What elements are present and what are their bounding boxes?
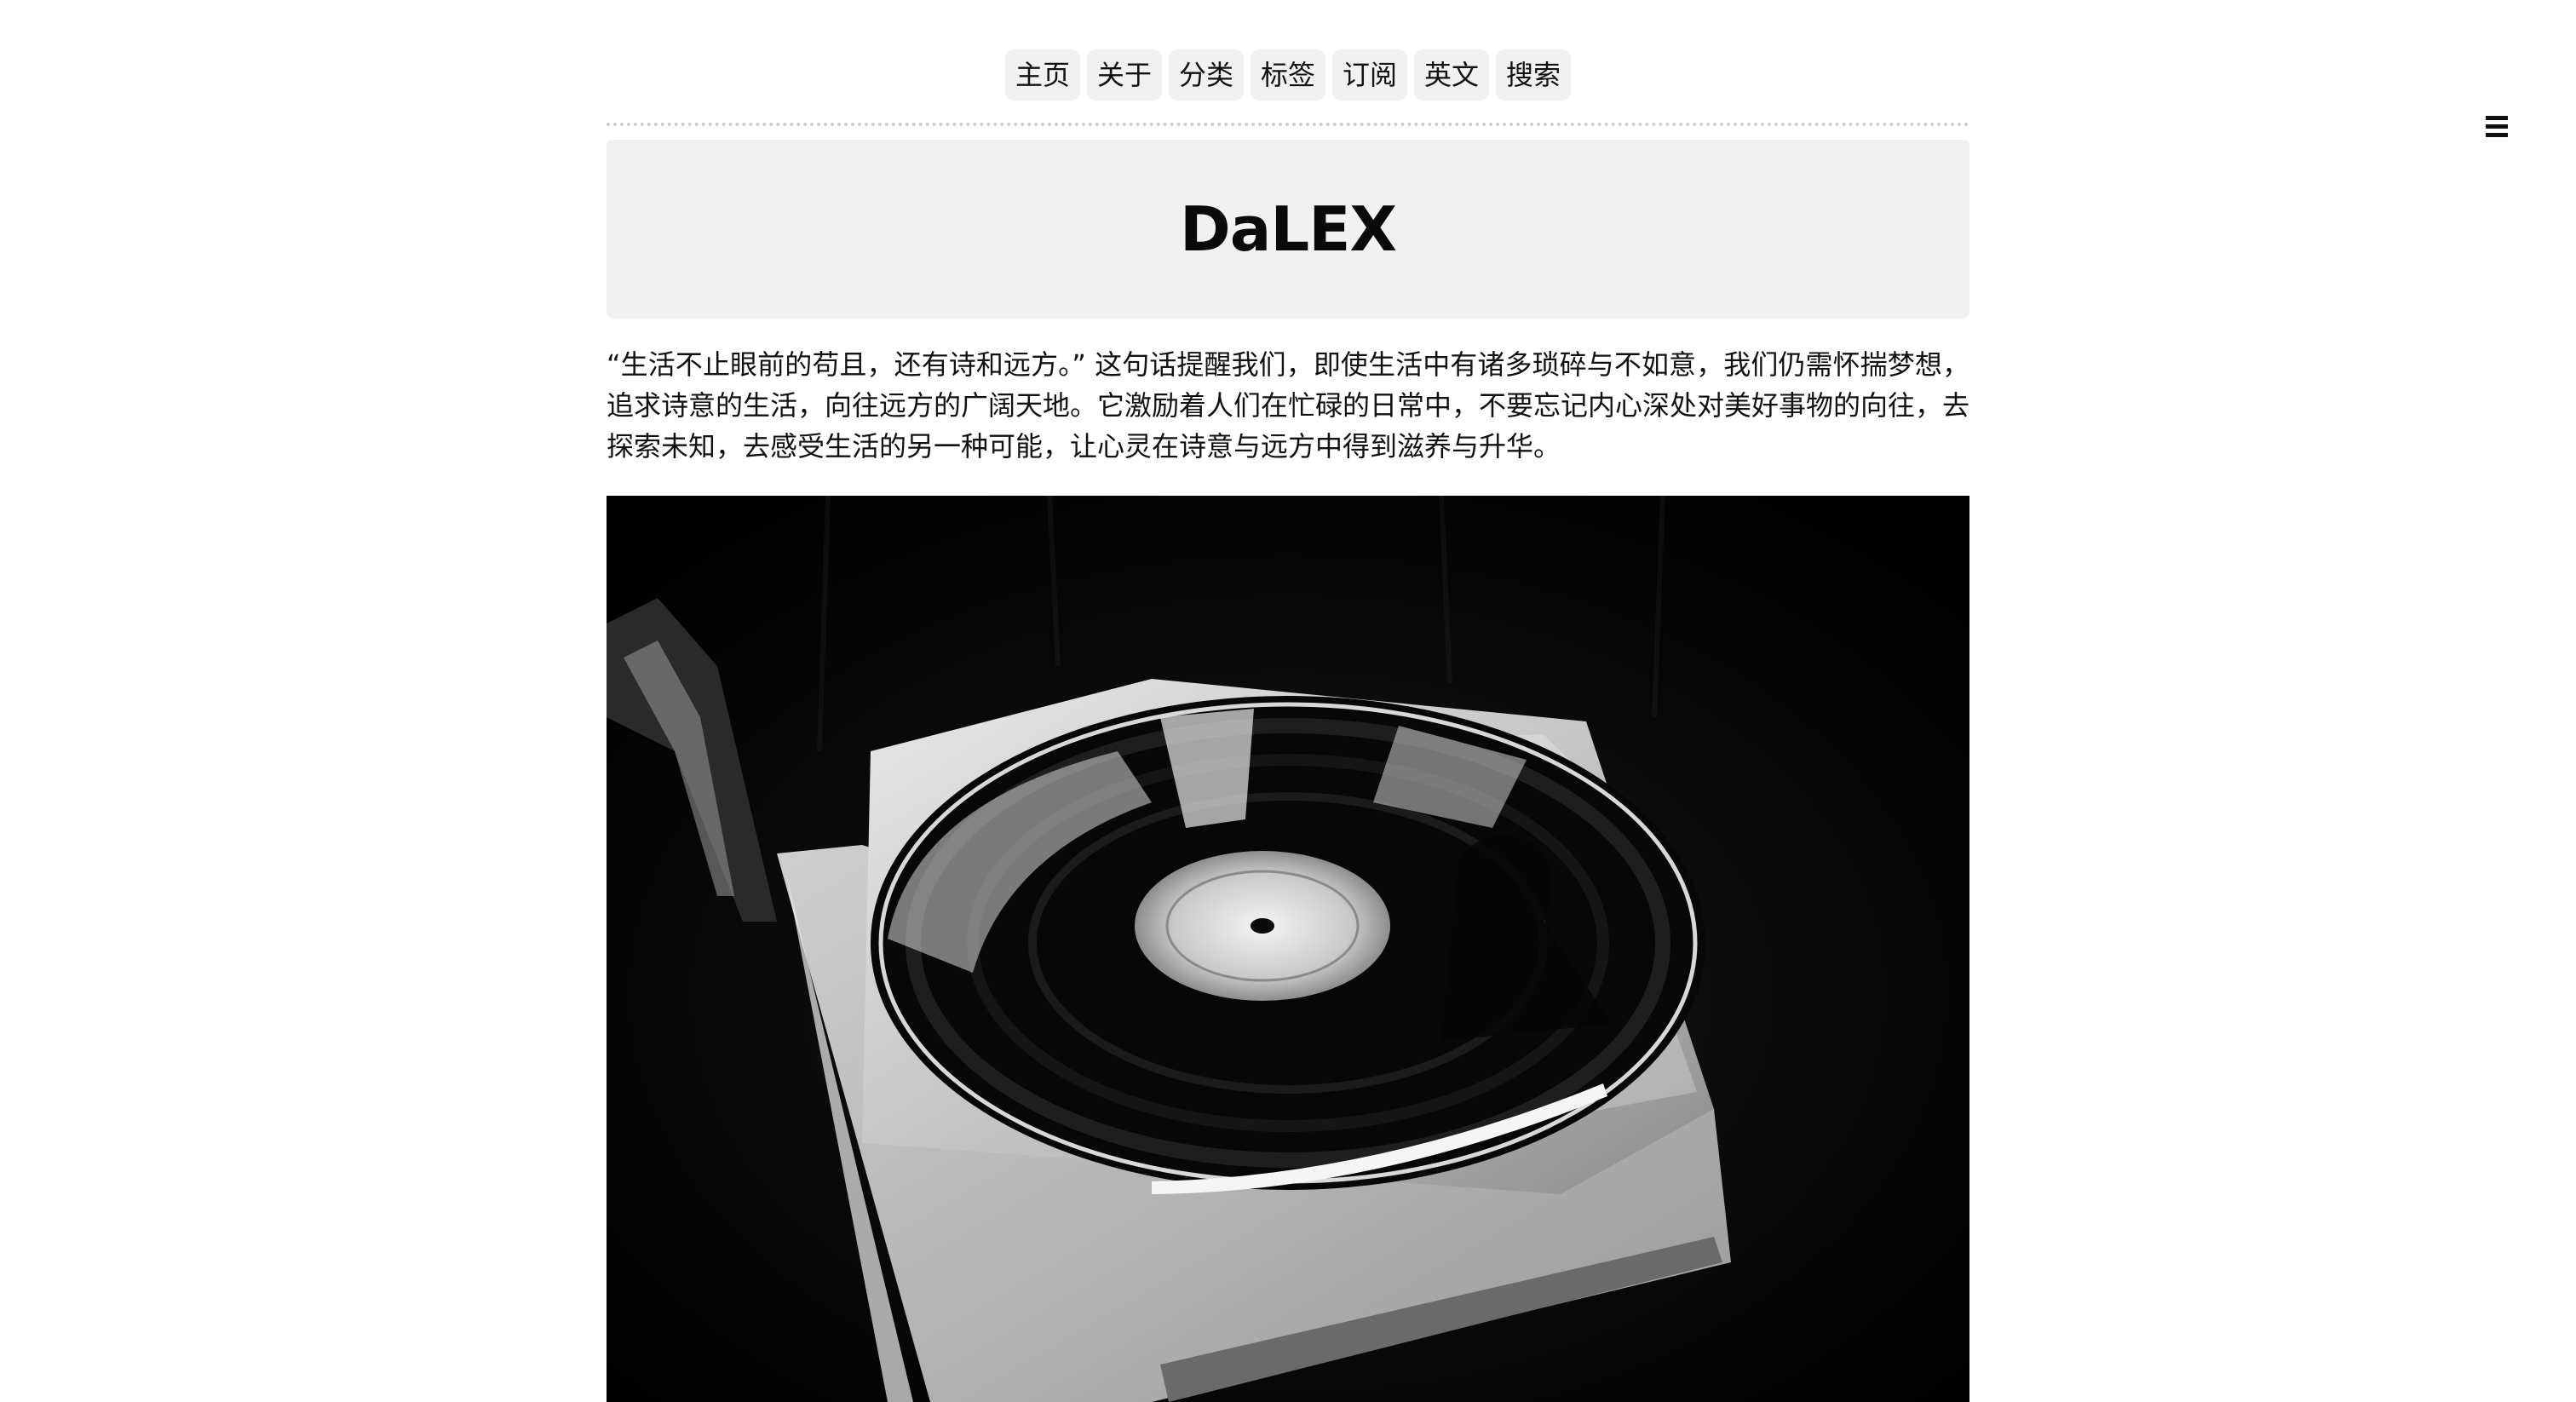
nav-item-about[interactable]: 关于: [1086, 49, 1162, 101]
page: 主页 关于 分类 标签 订阅 英文 搜索 DaLEX “生活不止眼前的苟且，还有…: [0, 0, 2576, 1402]
nav-item-english[interactable]: 英文: [1414, 49, 1490, 101]
nav-item-home[interactable]: 主页: [1004, 49, 1080, 101]
nav-item-tags[interactable]: 标签: [1250, 49, 1325, 101]
nav-divider: [607, 123, 1969, 126]
nav-item-subscribe[interactable]: 订阅: [1332, 49, 1408, 101]
hamburger-menu-icon[interactable]: [2486, 116, 2508, 138]
vinyl-record-photo: [607, 496, 1969, 1402]
intro-paragraph: “生活不止眼前的苟且，还有诗和远方。” 这句话提醒我们，即使生活中有诸多琐碎与不…: [607, 348, 1970, 463]
top-nav: 主页 关于 分类 标签 订阅 英文 搜索: [0, 49, 2576, 101]
nav-item-search[interactable]: 搜索: [1496, 49, 1572, 101]
nav-item-categories[interactable]: 分类: [1168, 49, 1244, 101]
site-header: DaLEX: [607, 140, 1969, 319]
site-title[interactable]: DaLEX: [1180, 193, 1397, 265]
